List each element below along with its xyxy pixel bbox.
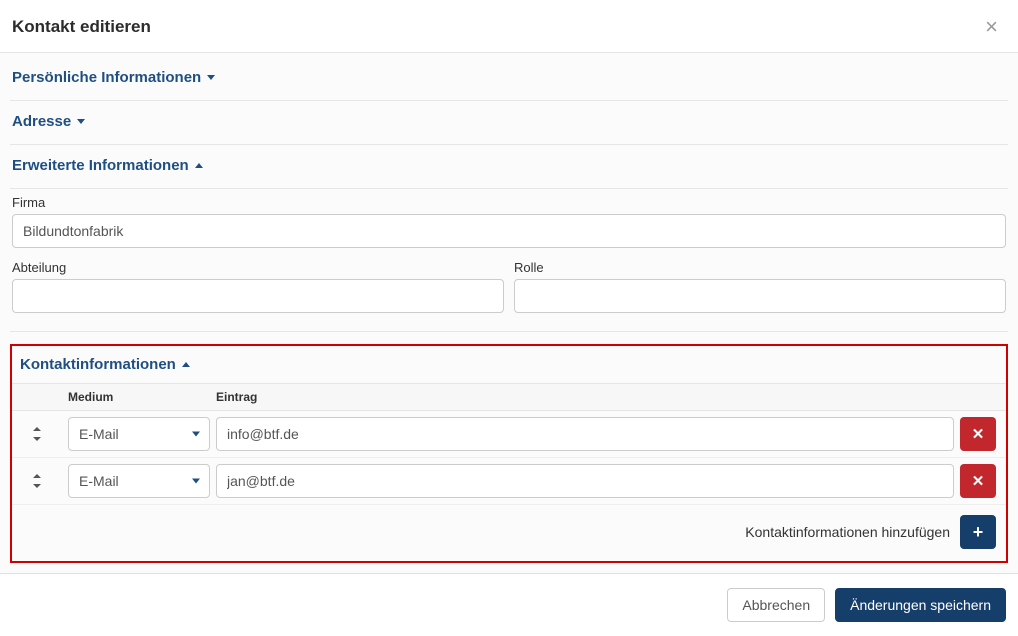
role-input[interactable] [514, 279, 1006, 313]
section-extended-title: Erweiterte Informationen [12, 157, 189, 174]
contactinfo-highlight: Kontaktinformationen Medium Eintrag [10, 344, 1008, 563]
section-personal-header[interactable]: Persönliche Informationen [10, 53, 1008, 101]
col-medium-header: Medium [68, 390, 216, 404]
close-button[interactable]: × [981, 16, 1002, 38]
col-entry-header: Eintrag [216, 390, 952, 404]
company-label: Firma [12, 195, 1006, 210]
contactinfo-table-header: Medium Eintrag [12, 383, 1006, 411]
close-icon: × [985, 14, 998, 39]
modal-body: Persönliche Informationen Adresse Erweit… [0, 53, 1018, 573]
cancel-button[interactable]: Abbrechen [727, 588, 825, 622]
save-button[interactable]: Änderungen speichern [835, 588, 1006, 622]
drag-handle-icon[interactable] [32, 427, 62, 441]
section-extended-header[interactable]: Erweiterte Informationen [10, 145, 1008, 189]
delete-row-button[interactable]: ✕ [960, 464, 996, 498]
section-extended-content: Firma Abteilung Rolle [10, 189, 1008, 332]
section-personal-title: Persönliche Informationen [12, 69, 201, 86]
delete-row-button[interactable]: ✕ [960, 417, 996, 451]
drag-handle-icon[interactable] [32, 474, 62, 488]
department-input[interactable] [12, 279, 504, 313]
section-contactinfo-header[interactable]: Kontaktinformationen [12, 346, 1006, 383]
plus-icon: + [973, 522, 984, 543]
medium-select[interactable] [68, 464, 210, 498]
section-contactinfo-title: Kontaktinformationen [20, 356, 176, 373]
role-label: Rolle [514, 260, 1006, 275]
contactinfo-row: ✕ [12, 458, 1006, 505]
delete-icon: ✕ [972, 472, 985, 490]
contactinfo-row: ✕ [12, 411, 1006, 458]
chevron-up-icon [182, 362, 190, 367]
entry-input[interactable] [216, 417, 954, 451]
chevron-down-icon [77, 119, 85, 124]
section-address-header[interactable]: Adresse [10, 101, 1008, 145]
company-input[interactable] [12, 214, 1006, 248]
chevron-down-icon [207, 75, 215, 80]
entry-input[interactable] [216, 464, 954, 498]
medium-select-value[interactable] [68, 417, 210, 451]
department-label: Abteilung [12, 260, 504, 275]
edit-contact-modal: Kontakt editieren × Persönliche Informat… [0, 0, 1018, 636]
chevron-up-icon [195, 163, 203, 168]
add-contactinfo-button[interactable]: + [960, 515, 996, 549]
modal-footer: Abbrechen Änderungen speichern [0, 573, 1018, 636]
medium-select-value[interactable] [68, 464, 210, 498]
add-contactinfo-label: Kontaktinformationen hinzufügen [745, 524, 950, 540]
section-address-title: Adresse [12, 113, 71, 130]
modal-header: Kontakt editieren × [0, 0, 1018, 53]
medium-select[interactable] [68, 417, 210, 451]
delete-icon: ✕ [972, 425, 985, 443]
add-contactinfo-row: Kontaktinformationen hinzufügen + [12, 505, 1006, 561]
modal-title: Kontakt editieren [12, 17, 151, 37]
